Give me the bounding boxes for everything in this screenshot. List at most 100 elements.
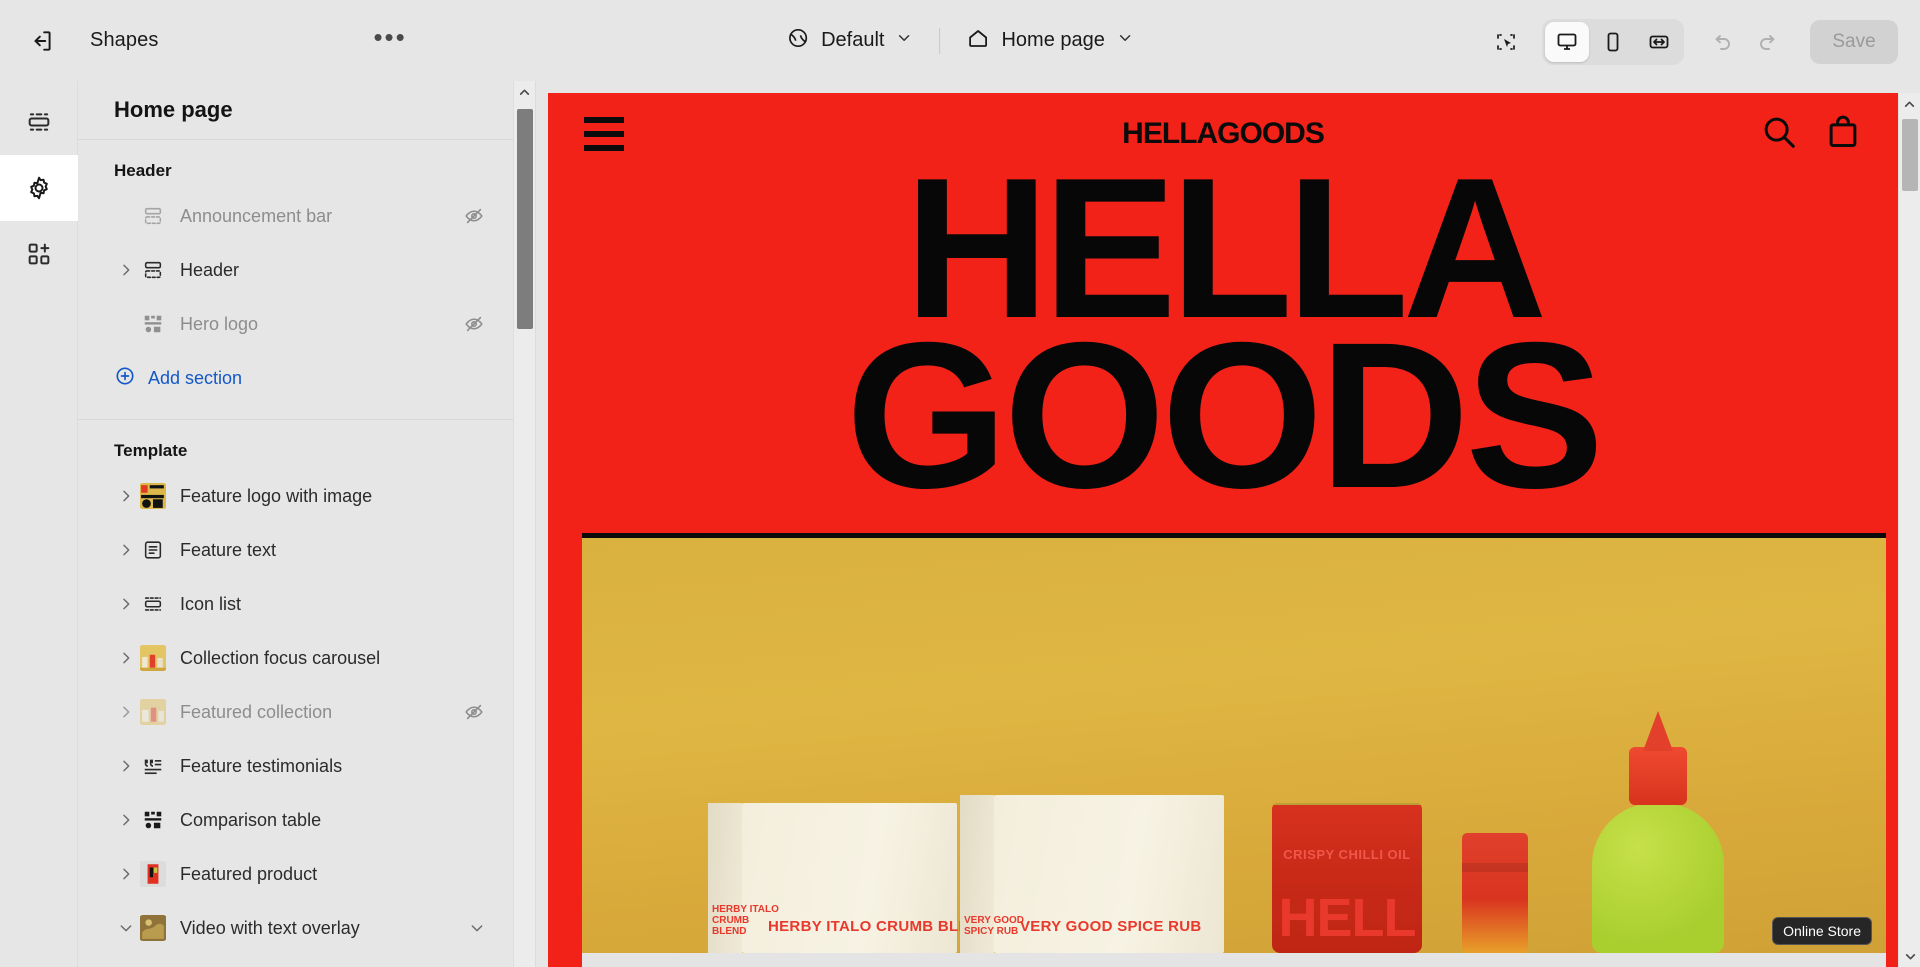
mobile-icon[interactable] <box>1591 22 1635 62</box>
add-section-label: Add section <box>148 367 243 388</box>
panel-header: Home page <box>78 81 535 140</box>
exit-icon[interactable] <box>20 19 64 63</box>
section-label: Feature testimonials <box>180 755 343 776</box>
more-options-button[interactable]: ••• <box>365 22 414 60</box>
preview-scrollbar[interactable] <box>1898 93 1920 967</box>
settings-gear-icon[interactable] <box>0 155 78 221</box>
section-row-icon-list[interactable]: Icon list <box>98 577 501 631</box>
editor-body: Home page Header Announcement bar Header… <box>0 81 1920 967</box>
hidden-eye-icon[interactable] <box>463 313 485 335</box>
section-row-header[interactable]: Header <box>98 243 501 297</box>
toolbar-divider <box>939 27 941 54</box>
section-row-feature-testimonials[interactable]: Feature testimonials <box>98 739 501 793</box>
product-label: VERY GOOD SPICE RUB <box>1020 918 1202 935</box>
undo-icon[interactable] <box>1700 20 1744 64</box>
section-bar-icon <box>138 257 168 283</box>
redo-icon[interactable] <box>1746 20 1790 64</box>
sections-icon[interactable] <box>0 89 78 155</box>
row-chevron-toggle-icon[interactable] <box>469 920 485 936</box>
select-cursor-icon[interactable] <box>1484 20 1528 64</box>
scroll-thumb[interactable] <box>516 109 533 329</box>
product-brand-label: HELL <box>1278 888 1417 948</box>
hero-line-1: HELLA <box>904 137 1548 360</box>
group-label: Header <box>114 161 172 180</box>
fullwidth-icon[interactable] <box>1637 22 1681 62</box>
section-label: Header <box>180 259 240 280</box>
home-icon <box>966 26 990 55</box>
icon-list-icon <box>138 591 168 617</box>
scroll-up-arrow-icon[interactable] <box>1899 93 1920 115</box>
product-shelf-image: HERBY ITALO CRUMB BLEND HERBY ITALO CRUM… <box>582 533 1886 967</box>
sections-panel: Home page Header Announcement bar Header… <box>78 81 536 967</box>
section-row-featured-collection[interactable]: Featured collection <box>98 685 501 739</box>
chevron-right-icon[interactable] <box>114 866 138 882</box>
product-green-bottle <box>1592 711 1724 953</box>
page-selector[interactable]: Home page <box>953 19 1146 63</box>
theme-selector[interactable]: Default <box>773 19 926 63</box>
left-rail <box>0 81 78 967</box>
shopping-bag-icon[interactable] <box>1824 113 1862 156</box>
theme-label: Default <box>821 29 885 51</box>
panel-scroll-area[interactable]: Header Announcement bar Header Hero logo… <box>78 140 535 967</box>
scroll-up-arrow-icon[interactable] <box>514 81 536 103</box>
section-row-video-with-text-overlay[interactable]: Video with text overlay <box>98 901 501 955</box>
product-red-bottle <box>1462 833 1528 953</box>
chevron-right-icon[interactable] <box>114 262 138 278</box>
chevron-right-icon[interactable] <box>114 542 138 558</box>
storefront-actions <box>1760 113 1862 156</box>
chevron-right-icon[interactable] <box>114 812 138 828</box>
section-group-header: Header Announcement bar Header Hero logo… <box>78 140 513 405</box>
storefront-header: HELLAGOODS <box>548 93 1898 175</box>
thumb-video-icon <box>138 915 168 941</box>
theme-editor: Shapes ••• Default Home page Save Home p… <box>0 0 1920 967</box>
group-label: Template <box>114 441 188 460</box>
section-label: Video with text overlay <box>180 917 360 938</box>
section-bar-icon <box>138 203 168 229</box>
hamburger-menu-icon[interactable] <box>584 117 624 151</box>
apps-add-icon[interactable] <box>0 221 78 287</box>
section-label: Featured product <box>180 863 318 884</box>
hidden-eye-icon[interactable] <box>463 205 485 227</box>
chevron-down-icon[interactable] <box>114 920 138 936</box>
store-preview-canvas[interactable]: HELLAGOODS HELLA GOODS HERBY ITALO CRUMB… <box>548 93 1898 967</box>
section-row-comparison-table[interactable]: Comparison table <box>98 793 501 847</box>
section-label: Collection focus carousel <box>180 647 381 668</box>
section-row-feature-text[interactable]: Feature text <box>98 523 501 577</box>
section-row-featured-product[interactable]: Featured product <box>98 847 501 901</box>
hidden-eye-icon[interactable] <box>463 701 485 723</box>
chevron-down-icon <box>1116 29 1134 52</box>
toolbar-center: Default Home page <box>773 19 1147 63</box>
save-button[interactable]: Save <box>1810 19 1898 64</box>
store-logo: HELLAGOODS <box>1122 117 1325 150</box>
history-controls <box>1700 20 1790 64</box>
product-jar-chilli-oil: CRISPY CHILLI OIL HELL <box>1272 803 1422 953</box>
search-icon[interactable] <box>1760 113 1798 156</box>
panel-scrollbar[interactable] <box>513 81 535 967</box>
chevron-right-icon[interactable] <box>114 704 138 720</box>
scroll-thumb[interactable] <box>1902 119 1918 191</box>
thumb-feature-logo-icon <box>138 483 168 509</box>
thumb-product-icon <box>138 861 168 887</box>
panel-title: Home page <box>114 97 233 122</box>
chevron-right-icon[interactable] <box>114 650 138 666</box>
bottle-nozzle <box>1643 711 1673 751</box>
section-row-announcement-bar[interactable]: Announcement bar <box>98 189 501 243</box>
add-section-button[interactable]: Add section <box>78 351 501 405</box>
online-store-tooltip: Online Store <box>1772 917 1872 945</box>
desktop-icon[interactable] <box>1545 21 1589 62</box>
chevron-right-icon[interactable] <box>114 488 138 504</box>
jar-lid <box>1272 803 1422 805</box>
hero-line-2: GOODS <box>845 300 1604 532</box>
scroll-down-arrow-icon[interactable] <box>1899 945 1920 967</box>
chevron-right-icon[interactable] <box>114 596 138 612</box>
scroll-track[interactable] <box>514 103 536 967</box>
chevron-right-icon[interactable] <box>114 758 138 774</box>
section-row-collection-focus-carousel[interactable]: Collection focus carousel <box>98 631 501 685</box>
product-box-crumb-blend: HERBY ITALO CRUMB BLEND HERBY ITALO CRUM… <box>708 803 991 953</box>
text-block-icon <box>138 537 168 563</box>
section-group-template: Template Feature logo with image Feature… <box>78 419 513 955</box>
page-label: Home page <box>1001 29 1105 51</box>
section-row-feature-logo-with-image[interactable]: Feature logo with image <box>98 469 501 523</box>
product-label: CRISPY CHILLI OIL <box>1283 847 1411 862</box>
section-row-hero-logo[interactable]: Hero logo <box>98 297 501 351</box>
